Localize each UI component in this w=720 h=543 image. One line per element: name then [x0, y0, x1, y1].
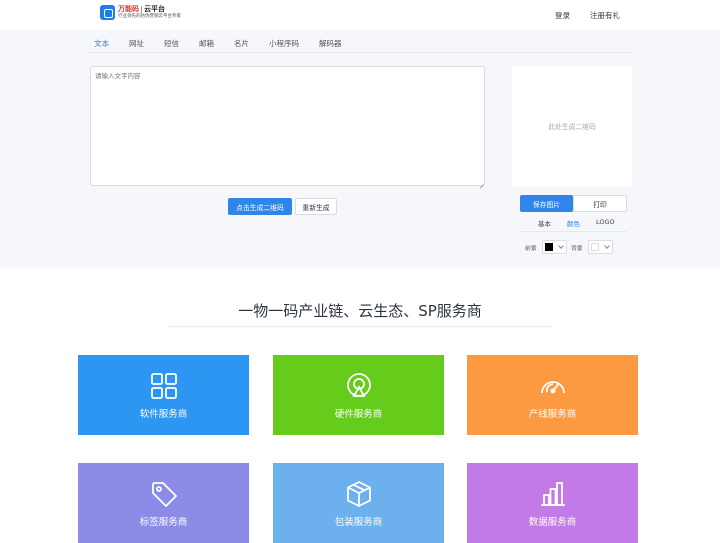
card-label: 软件服务商	[139, 408, 188, 420]
style-tab-logo[interactable]: LOGO	[588, 218, 623, 232]
logo-mark-icon	[100, 5, 115, 20]
card-label-provider[interactable]: 标签服务商	[78, 463, 249, 543]
tab-url[interactable]: 网址	[121, 38, 152, 53]
card-label: 包装服务商	[334, 516, 383, 528]
tag-icon	[149, 479, 179, 509]
card-label: 产线服务商	[528, 408, 577, 420]
card-label: 标签服务商	[139, 516, 188, 528]
save-image-button[interactable]: 保存图片	[520, 195, 573, 212]
logo-slogan: 行业领先的防伪营销云平台专家	[118, 13, 181, 19]
card-data-provider[interactable]: 数据服务商	[467, 463, 638, 543]
grid-icon	[149, 371, 179, 401]
foreground-color-picker[interactable]	[541, 240, 567, 254]
chevron-down-icon	[603, 243, 610, 249]
gauge-icon	[538, 371, 568, 401]
logo-cloud: 云平台	[144, 4, 165, 13]
scanner-icon	[344, 371, 374, 401]
text-content-input[interactable]	[90, 66, 485, 186]
top-links: 登录 注册有礼	[555, 10, 620, 21]
tab-mini-program[interactable]: 小程序码	[261, 38, 307, 53]
background-swatch	[590, 243, 599, 251]
resize-handle-icon[interactable]	[479, 180, 484, 185]
background-color-picker[interactable]	[587, 240, 613, 254]
card-hardware-provider[interactable]: 硬件服务商	[273, 355, 444, 435]
foreground-swatch	[544, 243, 553, 251]
card-software-provider[interactable]: 软件服务商	[78, 355, 249, 435]
tab-decoder[interactable]: 解码器	[311, 38, 350, 53]
qr-placeholder-text: 此处生成二维码	[548, 123, 596, 131]
tab-business-card[interactable]: 名片	[226, 38, 257, 53]
site-logo[interactable]: 万能码 云平台 行业领先的防伪营销云平台专家	[100, 5, 181, 20]
card-production-line-provider[interactable]: 产线服务商	[467, 355, 638, 435]
chevron-down-icon	[557, 243, 564, 249]
top-bar: 万能码 云平台 行业领先的防伪营销云平台专家 登录 注册有礼	[0, 0, 720, 30]
background-color-row: 背景	[571, 240, 613, 254]
box-icon	[344, 479, 374, 509]
print-button[interactable]: 打印	[573, 195, 627, 212]
content-type-tabs: 文本 网址 短信 邮箱 名片 小程序码 解码器	[86, 38, 354, 53]
logo-brand: 万能码	[118, 4, 139, 13]
register-link[interactable]: 注册有礼	[590, 10, 620, 21]
login-link[interactable]: 登录	[555, 10, 570, 21]
background-label: 背景	[571, 245, 583, 252]
tab-email[interactable]: 邮箱	[191, 38, 222, 53]
card-label: 数据服务商	[528, 516, 577, 528]
foreground-label: 前景	[525, 245, 537, 252]
card-label: 硬件服务商	[334, 408, 383, 420]
style-tabs: 基本 颜色 LOGO	[530, 218, 623, 232]
tab-text[interactable]: 文本	[86, 38, 117, 53]
qr-generator-panel: 文本 网址 短信 邮箱 名片 小程序码 解码器 点击生成二维码 重新生成 此处生…	[0, 30, 720, 268]
generate-qr-button[interactable]: 点击生成二维码	[228, 198, 292, 215]
bar-chart-icon	[538, 479, 568, 509]
qr-preview: 此处生成二维码	[512, 66, 632, 186]
foreground-color-row: 前景	[525, 240, 567, 254]
section-title: 一物一码产业链、云生态、SP服务商	[238, 302, 482, 320]
card-packaging-provider[interactable]: 包装服务商	[273, 463, 444, 543]
tab-divider	[86, 52, 634, 53]
style-tab-color[interactable]: 颜色	[559, 218, 588, 232]
regenerate-button[interactable]: 重新生成	[295, 198, 337, 215]
style-tab-divider	[520, 231, 627, 232]
tab-sms[interactable]: 短信	[156, 38, 187, 53]
section-divider	[168, 326, 552, 327]
style-tab-basic[interactable]: 基本	[530, 218, 559, 232]
